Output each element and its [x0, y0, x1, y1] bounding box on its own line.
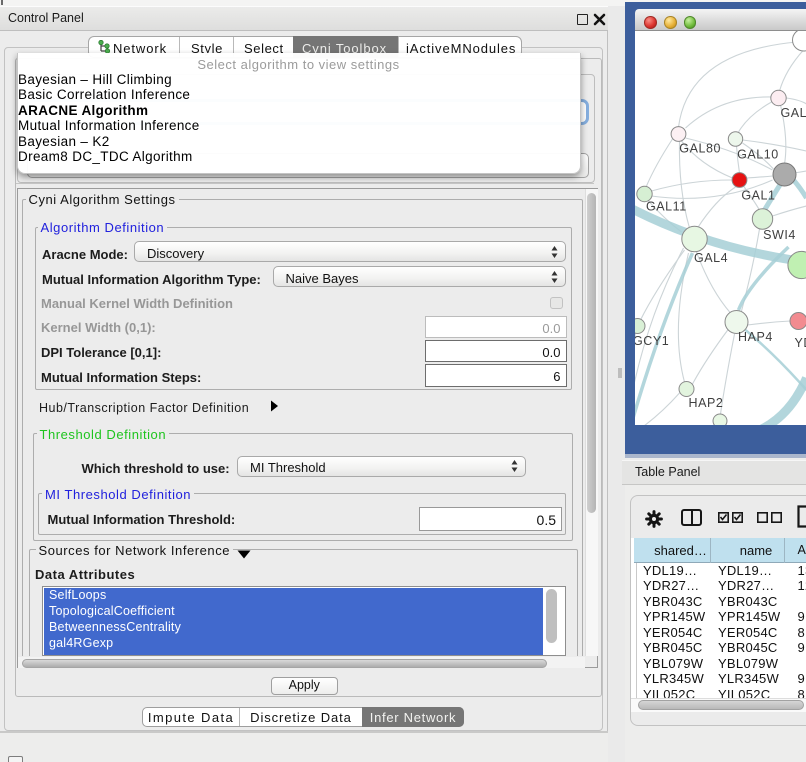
svg-text:GAL7: GAL7 [780, 106, 806, 120]
svg-text:GAL10: GAL10 [737, 147, 779, 161]
svg-text:SWI4: SWI4 [763, 228, 796, 242]
svg-text:HAP2: HAP2 [688, 396, 723, 410]
svg-text:GAL4: GAL4 [694, 251, 728, 265]
svg-text:GAL80: GAL80 [679, 142, 721, 156]
svg-text:GAL11: GAL11 [646, 200, 687, 214]
svg-text:HAP4: HAP4 [738, 330, 773, 344]
svg-text:GAL1: GAL1 [741, 188, 775, 202]
svg-text:YD: YD [794, 336, 806, 350]
svg-text:GCY1: GCY1 [635, 334, 669, 348]
